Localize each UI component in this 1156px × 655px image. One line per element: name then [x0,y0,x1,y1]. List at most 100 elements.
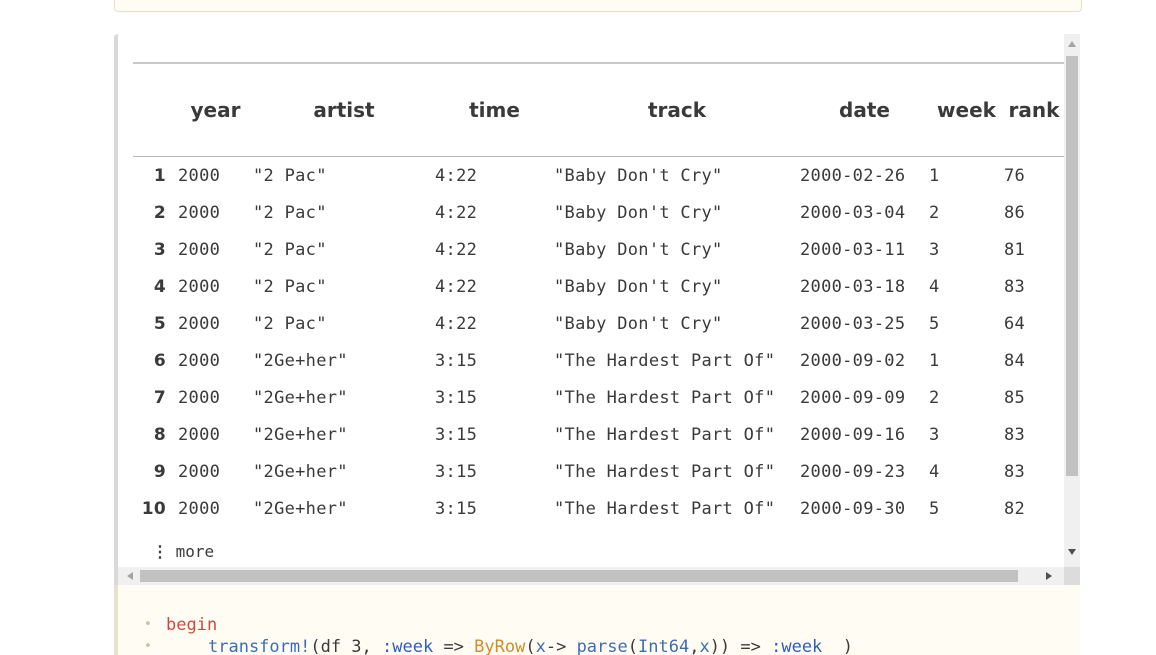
cell-track: "The Hardest Part Of" [554,424,776,445]
cell-date: 2000-03-25 [800,313,906,334]
cell-track: "Baby Don't Cry" [554,276,723,297]
cell-week: 2 [929,387,940,408]
cell-date: 2000-09-09 [800,387,906,408]
cell-time: 3:15 [435,350,478,371]
dataframe-table: year artist time track date week rank 1 2000 "2 … [133,62,1064,527]
cell-week: 2 [929,202,940,223]
more-rows-button[interactable]: ⋮ more [152,542,214,561]
begin-keyword: begin [166,615,218,635]
table-row: 1 2000 "2 Pac" 4:22 "Baby Don't Cry" 2000-02-… [133,157,1064,195]
cell-row: 8 [153,424,166,445]
cell-row: 9 [153,461,166,482]
cell-year: 2000 [178,498,221,519]
cell-time: 4:22 [435,276,478,297]
horizontal-scrollbar[interactable] [118,567,1080,585]
table-row: 8 2000 "2Ge+her" 3:15 "The Hardest Part Of" 2… [133,416,1064,453]
vertical-scroll-thumb[interactable] [1066,56,1078,476]
table-row: 5 2000 "2 Pac" 4:22 "Baby Don't Cry" 2000-03-… [133,305,1064,342]
code-cell-editor[interactable]: • begin • transform!(df_3, :week => ByRow(… [114,585,1080,655]
cell-artist: "2 Pac" [253,239,327,260]
column-header-row [133,63,178,157]
cell-rank: 84 [1004,350,1026,371]
cell-time: 3:15 [435,498,478,519]
cell-row: 3 [153,239,166,260]
cell-rank: 82 [1004,498,1026,519]
cell-week: 4 [929,276,940,297]
cell-track: "The Hardest Part Of" [554,350,776,371]
cell-date: 2000-09-02 [800,350,906,371]
cell-year: 2000 [178,461,221,482]
cell-time: 4:22 [435,313,478,334]
cell-rank: 81 [1004,239,1026,260]
cell-date: 2000-03-04 [800,202,906,223]
table-row: 2 2000 "2 Pac" 4:22 "Baby Don't Cry" 2000-03-… [133,194,1064,231]
column-header-artist: artist [253,63,435,157]
cell-time: 4:22 [435,239,478,260]
more-icon: ⋮ [152,542,168,561]
cell-year: 2000 [178,202,221,223]
cell-date: 2000-02-26 [800,165,906,186]
more-label: more [175,542,215,561]
cell-week: 5 [929,313,940,334]
cell-week: 3 [929,424,940,445]
scroll-left-arrow-icon[interactable] [127,572,133,580]
cell-row: 4 [153,276,166,297]
cell-date: 2000-09-23 [800,461,906,482]
table-row: 10 2000 "2Ge+her" 3:15 "The Hardest Part Of"… [133,490,1064,527]
table-row: 3 2000 "2 Pac" 4:22 "Baby Don't Cry" 2000-03-… [133,231,1064,268]
table-row: 7 2000 "2Ge+her" 3:15 "The Hardest Part Of" 2… [133,379,1064,416]
column-header-week: week [929,63,1004,157]
code-line-2[interactable]: • transform!(df_3, :week => ByRow(x-> par… [118,614,853,655]
cell-row: 6 [153,350,166,371]
cell-track: "The Hardest Part Of" [554,498,776,519]
cell-year: 2000 [178,387,221,408]
cell-rank: 76 [1004,165,1026,186]
cell-track: "The Hardest Part Of" [554,461,776,482]
scroll-right-arrow-icon[interactable] [1046,572,1052,580]
dataframe-output: year artist time track date week rank 1 2000 "2 … [114,34,1080,585]
cell-time: 3:15 [435,424,478,445]
cell-artist: "2Ge+her" [253,387,348,408]
column-header-year: year [178,63,253,157]
cell-time: 3:15 [435,387,478,408]
cell-artist: "2 Pac" [253,276,327,297]
table-header-row: year artist time track date week rank [133,63,1064,157]
cell-row: 5 [153,313,166,334]
cell-date: 2000-03-11 [800,239,906,260]
table-body: 1 2000 "2 Pac" 4:22 "Baby Don't Cry" 2000-02-… [133,157,1064,528]
cell-row: 10 [141,498,166,519]
cell-artist: "2Ge+her" [253,350,348,371]
cell-artist: "2Ge+her" [253,498,348,519]
cell-track: "Baby Don't Cry" [554,313,723,334]
cell-year: 2000 [178,424,221,445]
cell-rank: 86 [1004,202,1026,223]
cell-artist: "2Ge+her" [253,461,348,482]
cell-week: 1 [929,350,940,371]
cell-track: "Baby Don't Cry" [554,202,723,223]
code-line-2-content: transform!(df_3, :week => ByRow(x-> pars… [208,636,853,655]
table-viewport: year artist time track date week rank 1 2000 "2 … [118,34,1064,567]
cell-artist: "2 Pac" [253,165,327,186]
cell-year: 2000 [178,239,221,260]
table-row: 4 2000 "2 Pac" 4:22 "Baby Don't Cry" 2000-03-… [133,268,1064,305]
vertical-scrollbar[interactable] [1064,34,1080,567]
column-header-rank: rank [1004,63,1064,157]
cell-artist: "2Ge+her" [253,424,348,445]
scroll-corner [1064,567,1080,585]
cell-rank: 83 [1004,461,1026,482]
cell-year: 2000 [178,276,221,297]
horizontal-scroll-thumb[interactable] [140,570,1018,582]
previous-code-cell[interactable] [114,0,1082,12]
cell-week: 1 [929,165,940,186]
scroll-up-arrow-icon[interactable] [1068,41,1076,47]
cell-artist: "2 Pac" [253,202,327,223]
cell-time: 3:15 [435,461,478,482]
cell-date: 2000-09-30 [800,498,906,519]
cell-rank: 83 [1004,276,1026,297]
cell-week: 3 [929,239,940,260]
cell-track: "Baby Don't Cry" [554,239,723,260]
code-line-1[interactable]: • begin [118,592,217,635]
cell-track: "Baby Don't Cry" [554,165,723,186]
scroll-down-arrow-icon[interactable] [1068,549,1076,555]
column-header-time: time [435,63,554,157]
